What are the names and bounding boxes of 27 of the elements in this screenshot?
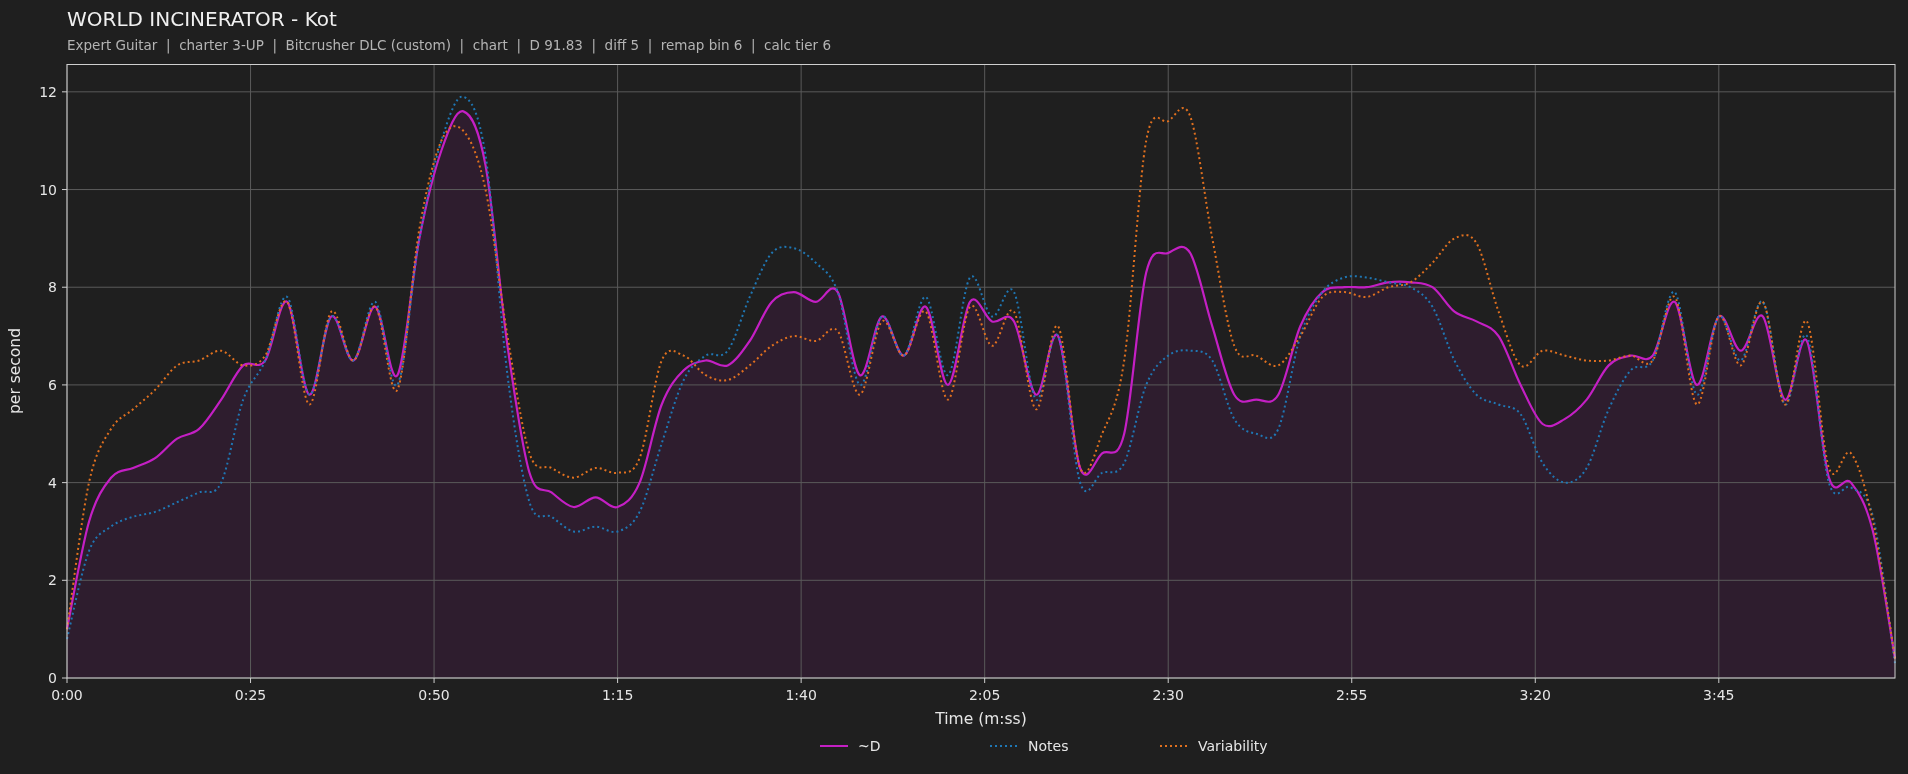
chart-subtitle: Expert Guitar | charter 3-UP | Bitcrusher DLC (custom) | chart | D 91.83 | diff 5 | remap bin 6 | calc tier 6 <box>67 37 833 53</box>
legend-label: ~D <box>858 738 881 754</box>
chart-title: WORLD INCINERATOR - Kot <box>67 7 338 31</box>
y-tick-label: 4 <box>48 474 57 491</box>
x-tick-label: 0:25 <box>234 687 267 703</box>
x-axis-label: Time (m:ss) <box>935 710 1027 728</box>
x-tick-label: 2:30 <box>1152 687 1184 703</box>
x-tick-label: 0:00 <box>51 687 83 703</box>
x-tick-label: 1:40 <box>785 687 817 703</box>
x-tick-label: 0:50 <box>418 687 450 703</box>
legend-label: Variability <box>1198 738 1268 754</box>
x-tick-label: 2:55 <box>1336 687 1368 703</box>
y-tick-label: 6 <box>48 376 57 393</box>
x-tick-label: 3:20 <box>1519 687 1551 703</box>
legend-line-icon <box>819 745 849 747</box>
legend-label: Notes <box>1028 738 1069 754</box>
x-tick-label: 3:45 <box>1703 687 1735 703</box>
y-tick-label: 0 <box>48 670 57 686</box>
y-tick-label: 2 <box>48 572 57 589</box>
x-tick-label: 2:05 <box>968 687 1001 703</box>
y-tick-label: 10 <box>39 181 57 198</box>
legend-line-icon <box>1159 745 1189 747</box>
y-tick-label: 12 <box>39 83 57 100</box>
y-axis-label: per second <box>6 328 24 414</box>
y-tick-label: 8 <box>48 279 57 296</box>
legend-line-icon <box>989 745 1019 747</box>
x-tick-label: 1:15 <box>601 687 634 703</box>
